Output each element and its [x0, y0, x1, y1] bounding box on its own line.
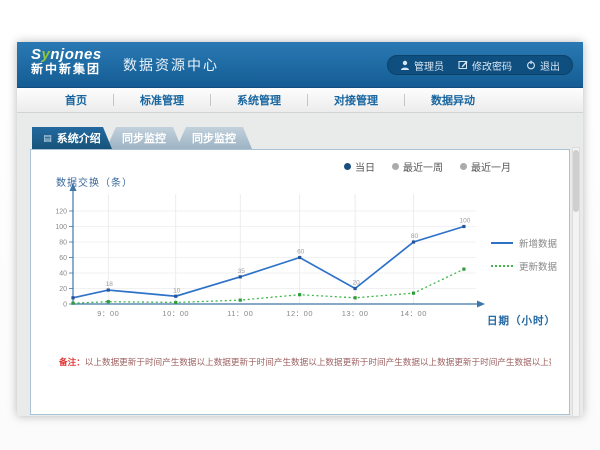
power-icon: [526, 60, 536, 70]
svg-text:0: 0: [63, 302, 67, 309]
content-area: ▤ 系统介绍 同步监控 同步监控 当日 最近一周: [17, 114, 583, 416]
series-legend: 新增数据 更新数据: [491, 236, 557, 273]
logo-wordmark: Synjones: [31, 46, 102, 63]
svg-text:40: 40: [59, 271, 67, 278]
edit-icon: [458, 60, 468, 70]
svg-text:9：00: 9：00: [97, 309, 119, 318]
svg-text:11：00: 11：00: [227, 309, 253, 318]
tab-sync-monitor-1[interactable]: 同步监控: [106, 127, 182, 149]
nav-item-data-change[interactable]: 数据异动: [405, 92, 501, 108]
radio-icon: [460, 163, 467, 170]
footnote: 备注：以上数据更新于时间产生数据以上数据更新于时间产生数据以上数据更新于时间产生…: [59, 356, 551, 368]
svg-text:10：00: 10：00: [162, 309, 189, 318]
nav-item-interface[interactable]: 对接管理: [308, 92, 404, 108]
range-option-today[interactable]: 当日: [344, 159, 375, 174]
svg-text:12：00: 12：00: [286, 309, 313, 318]
dotted-line-icon: [491, 265, 513, 267]
x-axis-title: 日期（小时）: [487, 313, 556, 328]
nav-item-standards[interactable]: 标准管理: [114, 92, 210, 108]
svg-text:20: 20: [352, 280, 360, 287]
svg-text:14：00: 14：00: [400, 309, 427, 318]
solid-line-icon: [491, 242, 513, 244]
scrollbar[interactable]: [572, 147, 580, 417]
range-option-label: 最近一月: [471, 159, 511, 174]
svg-text:18: 18: [106, 281, 114, 288]
range-option-last-week[interactable]: 最近一周: [392, 159, 443, 174]
document-icon: ▤: [43, 134, 52, 143]
legend-entry-new-data[interactable]: 新增数据: [491, 236, 557, 250]
logo-text-rest: njones: [50, 46, 101, 63]
tab-label: 系统介绍: [57, 130, 101, 146]
radio-icon: [392, 163, 399, 170]
tab-label: 同步监控: [192, 130, 236, 146]
svg-text:13：00: 13：00: [342, 309, 369, 318]
chart-panel: 当日 最近一周 最近一月 数据交换（条） 0204060801001209：00…: [30, 149, 570, 415]
tab-sync-monitor-2[interactable]: 同步监控: [176, 127, 252, 149]
logout-label: 退出: [540, 58, 560, 73]
app-header: Synjones 新中新集团 数据资源中心 管理员 修改密码 退出: [17, 42, 583, 88]
change-password-button[interactable]: 修改密码: [458, 58, 512, 73]
line-chart: 0 20 40 60 80 100 120 9：00 10：00 11：00 12：00 13：00 1…: [51, 180, 511, 320]
tab-label: 同步监控: [122, 130, 166, 146]
app-window: Synjones 新中新集团 数据资源中心 管理员 修改密码 退出: [17, 42, 583, 416]
page-title: 数据资源中心: [123, 42, 219, 88]
time-range-options: 当日 最近一周 最近一月: [344, 159, 511, 174]
logout-button[interactable]: 退出: [526, 58, 560, 73]
legend-entry-updated-data[interactable]: 更新数据: [491, 259, 557, 273]
svg-text:80: 80: [411, 233, 419, 240]
user-icon: [400, 60, 410, 70]
tab-bar: ▤ 系统介绍 同步监控 同步监控: [32, 127, 570, 149]
svg-text:60: 60: [297, 249, 305, 256]
svg-text:100: 100: [459, 218, 470, 225]
radio-icon: [344, 163, 351, 170]
legend-label: 新增数据: [519, 236, 557, 250]
nav-item-home[interactable]: 首页: [39, 92, 113, 108]
svg-text:10: 10: [173, 287, 181, 294]
main-nav: 首页 标准管理 系统管理 对接管理 数据异动: [17, 88, 583, 113]
user-toolbar: 管理员 修改密码 退出: [387, 55, 573, 75]
tab-system-intro[interactable]: ▤ 系统介绍: [32, 127, 112, 149]
svg-text:120: 120: [55, 209, 67, 216]
legend-label: 更新数据: [519, 259, 557, 273]
change-password-label: 修改密码: [472, 58, 512, 73]
footnote-text: 以上数据更新于时间产生数据以上数据更新于时间产生数据以上数据更新于时间产生数据以…: [85, 357, 551, 367]
svg-text:35: 35: [238, 268, 246, 275]
range-option-label: 当日: [355, 159, 375, 174]
current-user[interactable]: 管理员: [400, 58, 444, 73]
svg-text:20: 20: [59, 286, 67, 293]
range-option-label: 最近一周: [403, 159, 443, 174]
svg-text:100: 100: [55, 224, 67, 231]
range-option-last-month[interactable]: 最近一月: [460, 159, 511, 174]
scrollbar-thumb[interactable]: [573, 150, 579, 212]
nav-item-system[interactable]: 系统管理: [211, 92, 307, 108]
footnote-label: 备注：: [59, 357, 85, 367]
logo: Synjones 新中新集团: [31, 46, 102, 77]
svg-text:60: 60: [59, 255, 67, 262]
current-user-label: 管理员: [414, 58, 444, 73]
svg-text:80: 80: [59, 240, 67, 247]
logo-company-name: 新中新集团: [31, 63, 102, 77]
logo-text: S: [31, 46, 42, 63]
